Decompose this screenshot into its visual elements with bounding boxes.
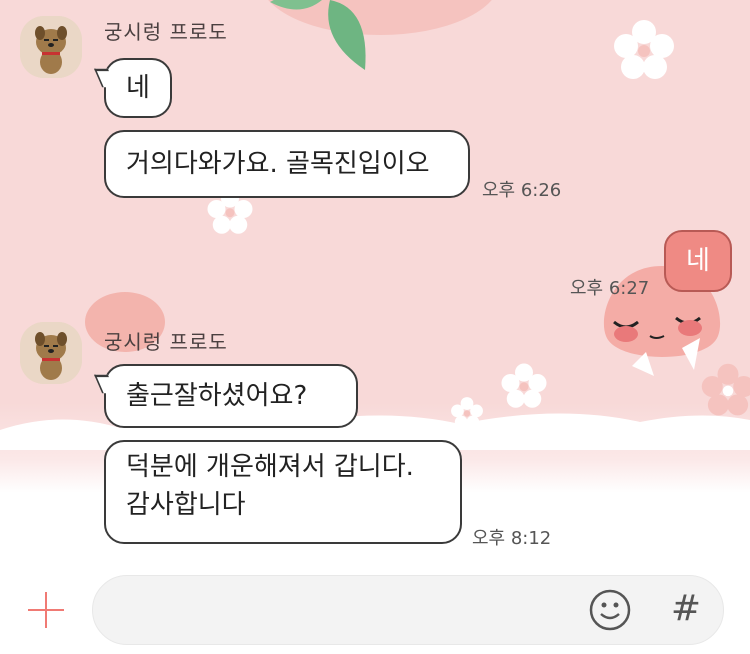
message-bubble[interactable]: 거의다와가요. 골목진입이오: [104, 130, 470, 198]
sender-name: 궁시렁 프로도: [104, 330, 228, 354]
message-text: 네: [686, 246, 710, 276]
frodo-dog-icon: [20, 322, 82, 384]
flower-decoration: [614, 20, 674, 79]
message-text: 덕분에 개운해져서 갑니다. 감사합니다: [126, 452, 414, 520]
sender-name: 궁시렁 프로도: [104, 20, 228, 44]
message-time: 오후 6:27: [570, 278, 650, 299]
my-message-bubble[interactable]: 네: [664, 230, 732, 292]
hash-icon[interactable]: #: [668, 588, 704, 630]
avatar[interactable]: [20, 16, 82, 78]
message-time: 오후 8:12: [472, 528, 552, 549]
message-time: 오후 6:26: [482, 180, 562, 201]
message-text: 네: [126, 73, 150, 103]
message-text: 출근잘하셨어요?: [126, 381, 308, 411]
frodo-dog-icon: [20, 16, 82, 78]
smiley-icon[interactable]: [589, 589, 631, 631]
peach-decoration-top: [268, 0, 492, 70]
message-bubble[interactable]: 덕분에 개운해져서 갑니다. 감사합니다: [104, 440, 462, 544]
message-bubble[interactable]: 출근잘하셨어요?: [94, 364, 358, 428]
avatar[interactable]: [20, 322, 82, 384]
message-bubble[interactable]: 네: [94, 58, 172, 118]
plus-icon[interactable]: [28, 592, 64, 628]
message-input[interactable]: [117, 594, 581, 628]
message-text: 거의다와가요. 골목진입이오: [126, 149, 430, 179]
